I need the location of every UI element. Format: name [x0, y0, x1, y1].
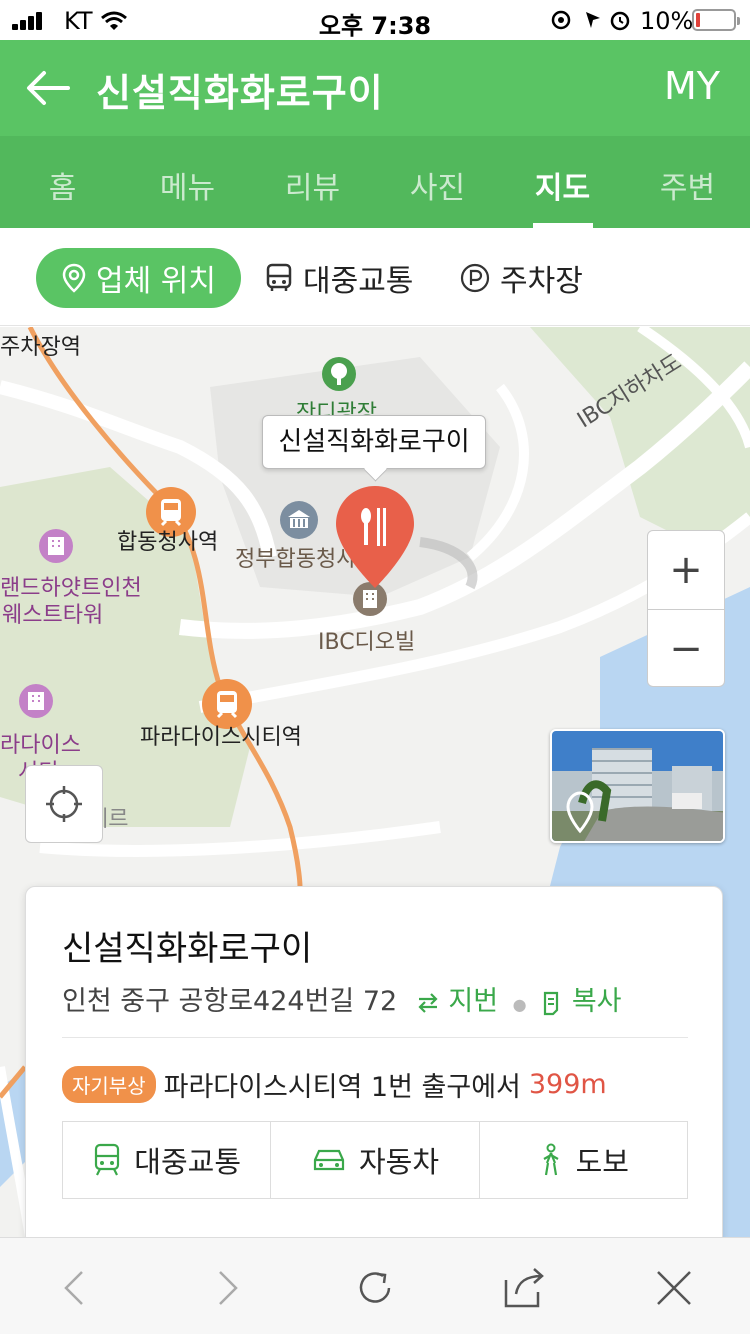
transit-chip-label: 대중교통	[303, 264, 414, 299]
close-icon[interactable]	[650, 1264, 698, 1312]
status-icons	[551, 10, 630, 31]
tab-nearby[interactable]: 주변	[625, 136, 750, 228]
hotel-icon	[39, 529, 73, 563]
address-text: 인천 중구 공항로424번길 72	[62, 986, 398, 1017]
back-icon[interactable]	[52, 1264, 100, 1312]
line-badge: 자기부상	[62, 1066, 156, 1103]
tab-bar: 홈 메뉴 리뷰 사진 지도 주변	[0, 136, 750, 228]
tab-review[interactable]: 리뷰	[250, 136, 375, 228]
hotel-icon	[19, 684, 53, 718]
divider	[62, 1037, 688, 1038]
map-filter-bar: 업체 위치 대중교통 주차장	[0, 228, 750, 326]
copy-button[interactable]: 복사	[541, 986, 622, 1017]
tab-map[interactable]: 지도	[500, 136, 625, 228]
government-building-icon	[280, 501, 318, 539]
status-bar: KT 오후 7:38 10%	[0, 0, 750, 40]
browser-toolbar	[0, 1237, 750, 1334]
current-location-button[interactable]	[25, 765, 103, 843]
app-header: 신설직화화로구이 MY	[0, 40, 750, 136]
zoom-out-button[interactable]: −	[648, 609, 724, 687]
route-transit-button[interactable]: 대중교통	[63, 1122, 270, 1198]
forward-icon[interactable]	[202, 1264, 250, 1312]
copy-icon	[544, 991, 559, 1015]
walk-icon	[543, 1143, 559, 1176]
restaurant-marker-icon[interactable]	[332, 482, 418, 592]
clock: 오후 7:38	[318, 12, 432, 40]
map-label-hotel-line2: 웨스트타워	[2, 603, 104, 628]
jibun-button[interactable]: 지번	[406, 986, 507, 1017]
swap-icon	[418, 992, 438, 1013]
tab-menu[interactable]: 메뉴	[125, 136, 250, 228]
crosshair-icon	[46, 786, 82, 822]
park-icon	[322, 357, 356, 391]
zoom-in-button[interactable]: +	[648, 531, 724, 609]
location-chip-label: 업체 위치	[96, 264, 216, 299]
place-name: 신설직화화로구이	[62, 929, 313, 969]
place-info-card: 신설직화화로구이 인천 중구 공항로424번길 72 지번 ● 복사 자기부상 …	[25, 886, 723, 1246]
share-icon[interactable]	[500, 1264, 548, 1312]
train-icon	[95, 1143, 120, 1176]
address-row: 인천 중구 공항로424번길 72 지번 ● 복사	[62, 979, 622, 1018]
parking-chip-label: 주차장	[500, 264, 583, 299]
page-title: 신설직화화로구이	[96, 71, 384, 115]
route-car-button[interactable]: 자동차	[270, 1122, 478, 1198]
route-walk-button[interactable]: 도보	[478, 1122, 687, 1198]
parking-icon	[460, 263, 490, 293]
route-walk-label: 도보	[575, 1145, 629, 1179]
refresh-icon[interactable]	[351, 1264, 399, 1312]
tab-home[interactable]: 홈	[0, 136, 125, 228]
route-mode-buttons: 대중교통 자동차 도보	[62, 1121, 688, 1199]
map-label-ibc: IBC디오빌	[318, 630, 416, 655]
location-chip[interactable]: 업체 위치	[36, 248, 241, 308]
route-transit-label: 대중교통	[134, 1145, 242, 1179]
battery-icon	[692, 9, 740, 31]
separator-dot: ●	[512, 995, 527, 1014]
back-arrow-icon[interactable]	[26, 66, 70, 110]
zoom-control: + −	[647, 530, 725, 687]
roadview-thumbnail[interactable]	[550, 729, 725, 843]
transit-text: 파라다이스시티역 1번 출구에서	[163, 1072, 521, 1103]
jibun-label: 지번	[448, 986, 499, 1017]
location-pin-icon	[62, 263, 86, 293]
place-callout[interactable]: 신설직화화로구이	[262, 415, 486, 469]
distance-value: 399m	[528, 1069, 607, 1100]
app-screen: KT 오후 7:38 10% 신설직화화로구이 MY 홈 메뉴 리뷰 사진 지도…	[0, 0, 750, 1334]
transit-info-row: 자기부상 파라다이스시티역 1번 출구에서 399m	[62, 1065, 607, 1104]
roadview-image	[552, 731, 723, 841]
car-icon	[313, 1149, 345, 1171]
tab-photo[interactable]: 사진	[375, 136, 500, 228]
map-label-station-top: 주차장역	[0, 335, 81, 360]
map-label-station1: 합동청사역	[117, 530, 219, 555]
transit-chip[interactable]: 대중교통	[265, 248, 413, 308]
copy-label: 복사	[571, 986, 622, 1017]
bus-icon	[266, 263, 292, 291]
battery-percent: 10%	[640, 7, 694, 35]
parking-chip[interactable]: 주차장	[460, 248, 583, 308]
route-car-label: 자동차	[358, 1145, 440, 1179]
map-label-station2: 파라다이스시티역	[140, 725, 302, 750]
my-button[interactable]: MY	[664, 64, 720, 108]
